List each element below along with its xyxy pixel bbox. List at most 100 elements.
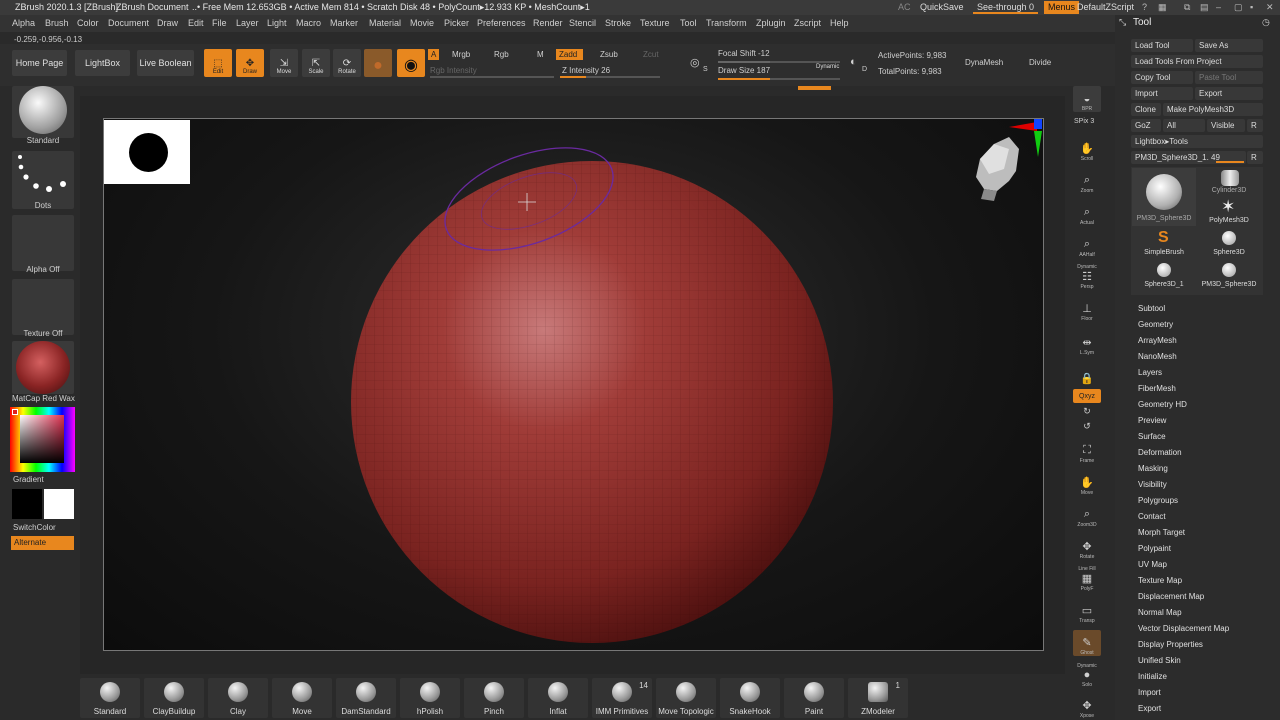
menu-edit[interactable]: Edit: [188, 18, 204, 28]
subpalette-masking[interactable]: Masking: [1138, 464, 1168, 473]
rgb-button[interactable]: Rgb: [494, 50, 509, 59]
brush-standard-button[interactable]: Standard: [80, 678, 140, 718]
goz-all-button[interactable]: All: [1163, 119, 1205, 132]
home-page-button[interactable]: Home Page: [12, 50, 67, 76]
palette-arrow-icon[interactable]: ⤡: [1119, 17, 1126, 28]
brush-move-topologic-button[interactable]: Move Topologic: [656, 678, 716, 718]
brush-paint-button[interactable]: Paint: [784, 678, 844, 718]
menu-help[interactable]: Help: [830, 18, 849, 28]
lightbox-button[interactable]: LightBox: [75, 50, 130, 76]
material-selector[interactable]: [12, 341, 74, 394]
subpalette-visibility[interactable]: Visibility: [1138, 480, 1167, 489]
menu-transform[interactable]: Transform: [706, 18, 747, 28]
subpalette-geometry[interactable]: Geometry: [1138, 320, 1173, 329]
frame-button[interactable]: ⛶ Frame: [1073, 438, 1101, 464]
thumb-cylinder[interactable]: Cylinder3D: [1197, 168, 1261, 196]
live-boolean-button[interactable]: Live Boolean: [137, 50, 194, 76]
brush-inflat-button[interactable]: Inflat: [528, 678, 588, 718]
subpalette-polygroups[interactable]: Polygroups: [1138, 496, 1178, 505]
save-as-button[interactable]: Save As: [1195, 39, 1263, 52]
goz-button[interactable]: GoZ: [1131, 119, 1161, 132]
subpalette-subtool[interactable]: Subtool: [1138, 304, 1165, 313]
thumb-pm3d-sphere-2[interactable]: PM3D_Sphere3D: [1197, 261, 1261, 291]
menu-material[interactable]: Material: [369, 18, 401, 28]
maximize-icon[interactable]: ▢: [1230, 1, 1247, 14]
material-swatch-button[interactable]: ●: [364, 49, 392, 77]
subpalette-layers[interactable]: Layers: [1138, 368, 1162, 377]
scale-button[interactable]: ⇱ Scale: [302, 49, 330, 77]
rgb-intensity-slider[interactable]: Rgb Intensity: [430, 66, 477, 75]
spix-slider[interactable]: SPix 3: [1074, 118, 1094, 125]
alpha-selector[interactable]: [12, 215, 74, 271]
zoom-button[interactable]: ⌕ Zoom: [1073, 168, 1101, 194]
solo-button[interactable]: Dynamic ● Solo: [1073, 662, 1101, 688]
mrgb-button[interactable]: Mrgb: [452, 50, 470, 59]
menu-macro[interactable]: Macro: [296, 18, 321, 28]
a-toggle[interactable]: A: [428, 49, 440, 60]
goz-visible-button[interactable]: Visible: [1207, 119, 1245, 132]
load-tool-button[interactable]: Load Tool: [1131, 39, 1193, 52]
ghost-button[interactable]: ✎ Ghost: [1073, 630, 1101, 656]
brush-hpolish-button[interactable]: hPolish: [400, 678, 460, 718]
xpose-button[interactable]: ✥ Xpose: [1073, 693, 1101, 719]
rotate-y-button[interactable]: ↻: [1073, 404, 1101, 418]
menu-texture[interactable]: Texture: [640, 18, 670, 28]
paste-tool-button[interactable]: Paste Tool: [1195, 71, 1263, 84]
thumb-polymesh[interactable]: ✶ PolyMesh3D: [1197, 197, 1261, 226]
subpalette-polypaint[interactable]: Polypaint: [1138, 544, 1171, 553]
subpalette-normal-map[interactable]: Normal Map: [1138, 608, 1182, 617]
spotlight-icon[interactable]: ◎: [690, 56, 700, 69]
menu-marker[interactable]: Marker: [330, 18, 358, 28]
lock-button[interactable]: 🔒: [1073, 360, 1101, 386]
draw-button[interactable]: ✥ Draw: [236, 49, 264, 77]
brush-clay-button[interactable]: Clay: [208, 678, 268, 718]
rgb-intensity-track[interactable]: [430, 76, 554, 78]
subpalette-geometry-hd[interactable]: Geometry HD: [1138, 400, 1187, 409]
minimize-icon[interactable]: –: [1212, 1, 1225, 14]
menu-layer[interactable]: Layer: [236, 18, 259, 28]
subpalette-nanomesh[interactable]: NanoMesh: [1138, 352, 1177, 361]
window-icon[interactable]: ▪: [1246, 1, 1257, 14]
rotate-button[interactable]: ⟳ Rotate: [333, 49, 361, 77]
subpalette-unified-skin[interactable]: Unified Skin: [1138, 656, 1181, 665]
palette-pin-icon[interactable]: ◷: [1262, 17, 1270, 28]
menu-alpha[interactable]: Alpha: [12, 18, 35, 28]
subpalette-arraymesh[interactable]: ArrayMesh: [1138, 336, 1177, 345]
menu-stroke[interactable]: Stroke: [605, 18, 631, 28]
move-button[interactable]: ⇲ Move: [270, 49, 298, 77]
rotate-z-button[interactable]: ↺: [1073, 419, 1101, 433]
subpalette-morph-target[interactable]: Morph Target: [1138, 528, 1185, 537]
focal-shift-slider[interactable]: Focal Shift -12: [718, 49, 770, 58]
lightbox-tools-button[interactable]: Lightbox▸Tools: [1131, 135, 1263, 148]
brush-imm-primitives-button[interactable]: 14 IMM Primitives: [592, 678, 652, 718]
draw-size-slider[interactable]: Draw Size 187: [718, 66, 770, 75]
m-button[interactable]: M: [537, 50, 544, 59]
symmetry-icon[interactable]: ◐: [850, 56, 857, 68]
export-button[interactable]: Export: [1195, 87, 1263, 100]
texture-selector[interactable]: [12, 279, 74, 335]
zbrush-logo-button[interactable]: ◉: [397, 49, 425, 77]
see-through-slider[interactable]: See-through 0: [973, 1, 1039, 14]
lsym-button[interactable]: ⇹ L.Sym: [1073, 330, 1101, 356]
primary-color-swatch[interactable]: [44, 489, 74, 519]
subpalette-uv-map[interactable]: UV Map: [1138, 560, 1167, 569]
menu-movie[interactable]: Movie: [410, 18, 434, 28]
thumb-sphere3d[interactable]: Sphere3D: [1197, 229, 1261, 259]
transp-button[interactable]: ▭ Transp: [1073, 598, 1101, 624]
edit-button[interactable]: ⬚ Edit: [204, 49, 232, 77]
subpalette-display-properties[interactable]: Display Properties: [1138, 640, 1203, 649]
persp-button[interactable]: Dynamic ☷ Persp: [1073, 264, 1101, 290]
z-intensity-slider[interactable]: Z Intensity 26: [562, 66, 610, 75]
menu-file[interactable]: File: [212, 18, 227, 28]
close-icon[interactable]: ✕: [1262, 1, 1278, 14]
subpalette-displacement-map[interactable]: Displacement Map: [1138, 592, 1204, 601]
alternate-button[interactable]: Alternate: [11, 536, 74, 550]
restore-icon[interactable]: ⧉: [1180, 1, 1194, 14]
color-square[interactable]: [20, 415, 64, 463]
load-from-project-button[interactable]: Load Tools From Project: [1131, 55, 1263, 68]
clone-button[interactable]: Clone: [1131, 103, 1161, 116]
brush-move-button[interactable]: Move: [272, 678, 332, 718]
polyframe-button[interactable]: Line Fill ▦ PolyF: [1073, 566, 1101, 592]
brush-damstandard-button[interactable]: DamStandard: [336, 678, 396, 718]
dynamesh-button[interactable]: DynaMesh: [965, 58, 1003, 67]
